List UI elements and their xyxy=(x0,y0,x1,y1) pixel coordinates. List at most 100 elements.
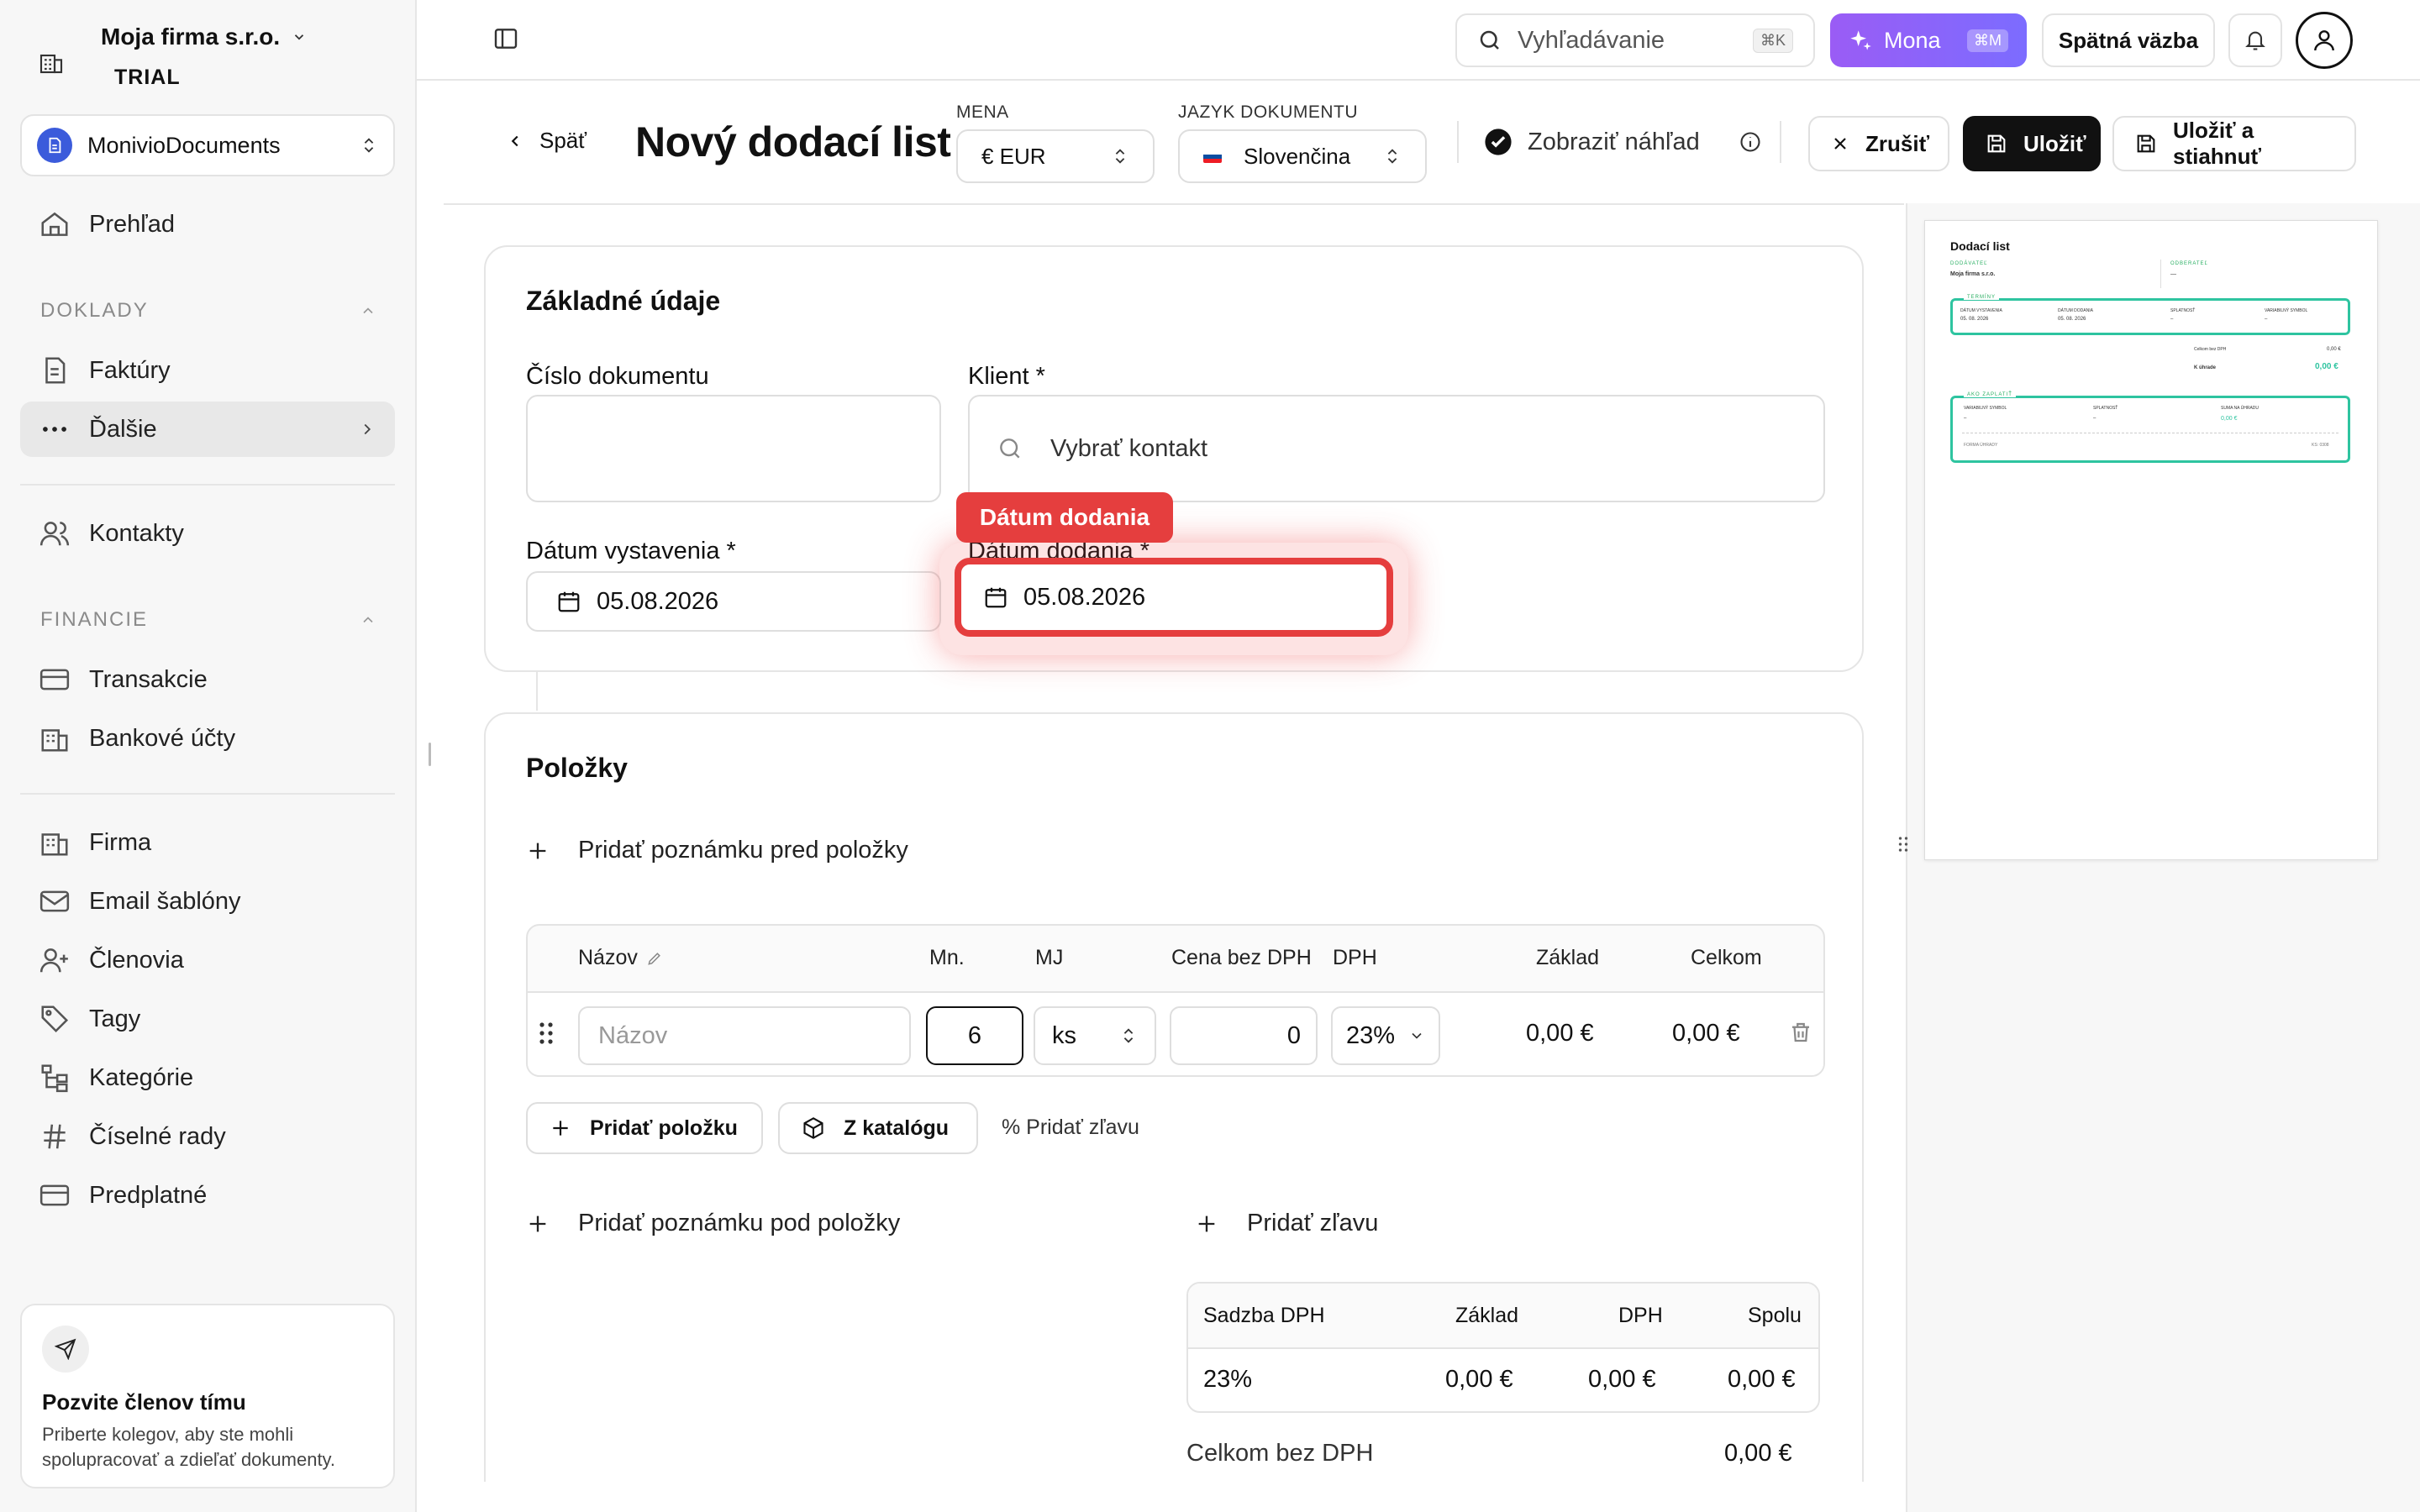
org-switcher[interactable]: Moja firma s.r.o. TRIAL xyxy=(37,24,304,89)
drag-handle-icon[interactable] xyxy=(538,1021,555,1045)
delivery-date-value: 05.08.2026 xyxy=(1023,583,1146,611)
sidebar-item-label: Kategórie xyxy=(89,1063,194,1091)
vat-summary-table: Sadzba DPH Základ DPH Spolu 23% 0,00 € 0… xyxy=(1186,1282,1820,1413)
preview-delivery-label: DÁTUM DODANIA xyxy=(2058,308,2093,313)
preview-vs-label: VARIABILNÝ SYMBOL xyxy=(2265,308,2308,313)
item-vat-value: 23% xyxy=(1346,1021,1396,1049)
add-item-button[interactable]: Pridať položku xyxy=(526,1102,763,1154)
section-finance[interactable]: FINANCIE xyxy=(40,608,376,632)
doc-number-input[interactable] xyxy=(526,395,941,502)
sidebar-item-contacts[interactable]: Kontakty xyxy=(20,506,395,561)
resize-grip-icon[interactable] xyxy=(1897,835,1909,853)
sidebar-resize-handle[interactable] xyxy=(429,743,431,766)
tree-icon xyxy=(39,1062,71,1094)
send-icon xyxy=(42,1326,89,1373)
sidebar-item-members[interactable]: Členovia xyxy=(20,932,395,988)
client-placeholder: Vybrať kontakt xyxy=(1050,434,1208,462)
feedback-button[interactable]: Spätná väzba xyxy=(2042,13,2215,67)
trash-icon[interactable] xyxy=(1788,1020,1813,1045)
save-download-button[interactable]: Uložiť a stiahnuť xyxy=(2112,116,2356,171)
client-select[interactable]: Vybrať kontakt xyxy=(968,395,1825,502)
from-catalog-button[interactable]: Z katalógu xyxy=(778,1102,978,1154)
sidebar-item-subscription[interactable]: Predplatné xyxy=(20,1168,395,1223)
item-qty-value: 6 xyxy=(967,1021,982,1049)
preview-due-value: – xyxy=(2170,317,2174,322)
preview-supplier-name: Moja firma s.r.o. xyxy=(1950,271,1996,277)
currency-select[interactable]: € EUR xyxy=(956,129,1155,183)
invite-card[interactable]: Pozvite členov tímu Priberte kolegov, ab… xyxy=(20,1304,395,1488)
add-discount-label: Pridať zľavu xyxy=(1247,1210,1379,1236)
delivery-date-input[interactable]: 05.08.2026 xyxy=(955,558,1393,637)
form-area: Základné údaje Číslo dokumentu Klient * … xyxy=(444,205,1904,1482)
calendar-icon xyxy=(556,589,581,614)
sidebar-item-label: Číselné rady xyxy=(89,1122,226,1150)
item-price-value: 0 xyxy=(1286,1021,1301,1049)
issue-date-input[interactable]: 05.08.2026 xyxy=(526,571,941,632)
item-vat-select[interactable]: 23% xyxy=(1331,1006,1440,1065)
language-value: Slovenčina xyxy=(1244,143,1351,169)
item-price-input[interactable]: 0 xyxy=(1170,1006,1318,1065)
more-dots-icon xyxy=(39,413,71,445)
item-qty-input[interactable]: 6 xyxy=(926,1006,1023,1065)
item-unit-select[interactable]: ks xyxy=(1034,1006,1156,1065)
vat-total: 0,00 € xyxy=(1728,1366,1796,1393)
chevron-down-icon xyxy=(1408,1027,1425,1044)
avatar[interactable] xyxy=(2296,12,2353,69)
calendar-icon xyxy=(983,585,1008,610)
mona-button[interactable]: Mona ⌘M xyxy=(1830,13,2027,67)
preview-title: Dodací list xyxy=(1950,239,2010,253)
preview-issue-value: 05. 08. 2026 xyxy=(1960,317,1989,322)
invite-text: Priberte kolegov, aby ste mohli spolupra… xyxy=(42,1424,336,1470)
back-button[interactable]: Späť xyxy=(506,128,587,154)
app-selector[interactable]: MonivioDocuments xyxy=(20,114,395,176)
check-circle-icon xyxy=(1484,128,1512,156)
chevron-updown-icon xyxy=(360,135,378,155)
language-select[interactable]: Slovenčina xyxy=(1178,129,1427,183)
sidebar-item-transactions[interactable]: Transakcie xyxy=(20,652,395,707)
sidebar-item-label: Členovia xyxy=(89,946,184,974)
document-preview[interactable]: Dodací list DODÁVATEĽ Moja firma s.r.o. … xyxy=(1924,220,2378,860)
preview-customer-value: — xyxy=(2170,271,2176,277)
add-note-after-button[interactable]: Pridať poznámku pod položky xyxy=(526,1210,900,1237)
bank-building-icon xyxy=(39,722,71,754)
cancel-label: Zrušiť xyxy=(1865,130,1930,156)
add-discount-small-button[interactable]: % Pridať zľavu xyxy=(1002,1116,1139,1140)
vat-col-base: Základ xyxy=(1455,1304,1519,1327)
close-icon xyxy=(1830,134,1850,154)
table-row: Názov 6 ks 0 23% 0,00 € 0,00 € xyxy=(528,993,1823,1075)
sidebar-item-more[interactable]: Ďalšie xyxy=(20,402,395,457)
currency-value: € EUR xyxy=(981,143,1046,169)
sidebar-item-invoices[interactable]: Faktúry xyxy=(20,343,395,398)
chevron-up-icon xyxy=(360,302,376,319)
preview-pay-vs-label: VARIABILNÝ SYMBOL xyxy=(1964,406,2007,411)
preview-issue-label: DÁTUM VYSTAVENIA xyxy=(1960,308,2002,313)
notifications-button[interactable] xyxy=(2228,13,2282,67)
show-preview-toggle[interactable]: Zobraziť náhľad xyxy=(1484,128,1762,156)
info-icon[interactable] xyxy=(1739,130,1762,154)
sidebar-item-number-series[interactable]: Číselné rady xyxy=(20,1109,395,1164)
cancel-button[interactable]: Zrušiť xyxy=(1808,116,1949,171)
add-note-before-button[interactable]: Pridať poznámku pred položky xyxy=(526,837,908,864)
save-button[interactable]: Uložiť xyxy=(1963,116,2101,171)
item-name-placeholder: Názov xyxy=(598,1021,668,1049)
chevron-down-icon xyxy=(292,29,307,45)
add-discount-button[interactable]: Pridať zľavu xyxy=(1195,1210,1378,1237)
sidebar-item-tags[interactable]: Tagy xyxy=(20,991,395,1047)
app-name: MonivioDocuments xyxy=(87,132,281,158)
pencil-icon[interactable] xyxy=(646,950,663,967)
item-name-input[interactable]: Názov xyxy=(578,1006,911,1065)
sidebar-item-company[interactable]: Firma xyxy=(20,815,395,870)
sidebar-item-categories[interactable]: Kategórie xyxy=(20,1050,395,1105)
section-docs[interactable]: DOKLADY xyxy=(40,299,376,323)
vat-col-vat: DPH xyxy=(1618,1304,1663,1327)
floppy-icon xyxy=(1985,132,2008,155)
sidebar-item-overview[interactable]: Prehľad xyxy=(20,197,395,252)
sidebar-item-email-templates[interactable]: Email šablóny xyxy=(20,874,395,929)
sidebar-item-bank-accounts[interactable]: Bankové účty xyxy=(20,711,395,766)
invite-title: Pozvite členov tímu xyxy=(42,1389,246,1415)
preview-pay-sum-label: SUMA NA ÚHRADU xyxy=(2221,406,2260,411)
search-input[interactable]: Vyhľadávanie ⌘K xyxy=(1455,13,1815,67)
vat-base: 0,00 € xyxy=(1445,1366,1513,1393)
panel-toggle-icon[interactable] xyxy=(492,25,519,52)
sidebar-item-label: Kontakty xyxy=(89,519,184,547)
